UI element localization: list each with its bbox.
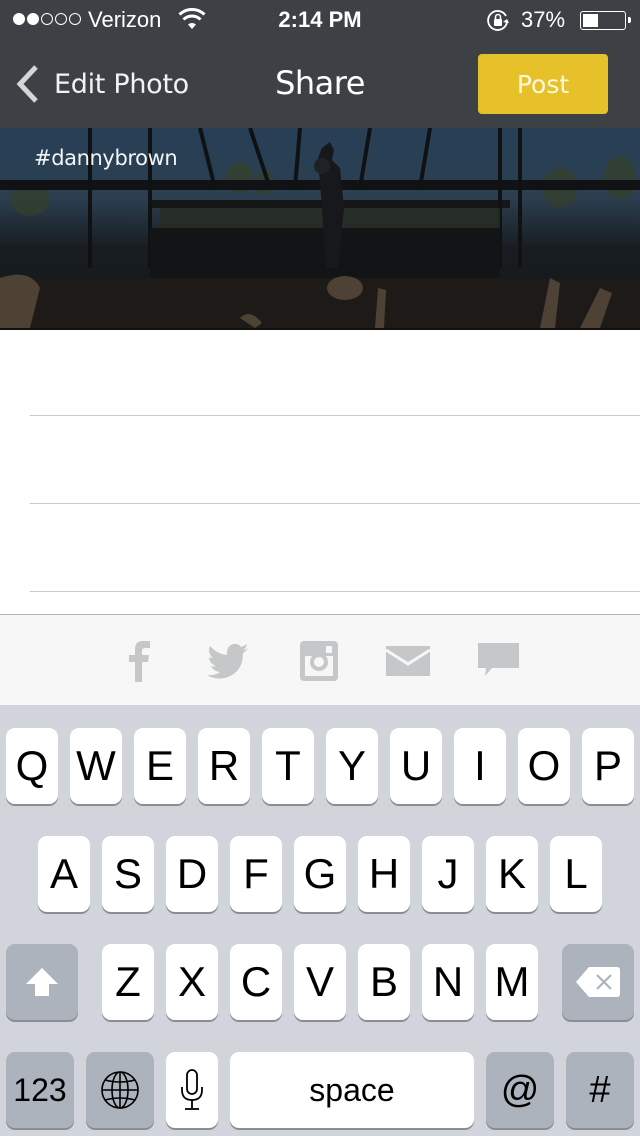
line-divider	[30, 415, 640, 416]
share-facebook-button[interactable]	[122, 639, 158, 683]
delete-key[interactable]	[562, 944, 634, 1020]
key-h[interactable]: H	[358, 836, 410, 912]
instagram-icon	[300, 641, 338, 681]
microphone-icon	[181, 1069, 203, 1110]
key-d[interactable]: D	[166, 836, 218, 912]
key-u[interactable]: U	[390, 728, 442, 804]
key-z[interactable]: Z	[102, 944, 154, 1020]
battery-percent: 37%	[521, 7, 566, 32]
key-p[interactable]: P	[582, 728, 634, 804]
back-button[interactable]: Edit Photo	[14, 62, 189, 106]
key-k[interactable]: K	[486, 836, 538, 912]
key-l[interactable]: L	[550, 836, 602, 912]
twitter-icon	[207, 643, 248, 679]
back-button-label: Edit Photo	[54, 68, 189, 100]
facebook-icon	[129, 641, 150, 682]
share-email-button[interactable]	[384, 639, 432, 683]
key-v[interactable]: V	[294, 944, 346, 1020]
key-i[interactable]: I	[454, 728, 506, 804]
caption-text-area[interactable]	[0, 330, 640, 615]
key-g[interactable]: G	[294, 836, 346, 912]
key-t[interactable]: T	[262, 728, 314, 804]
line-divider	[30, 591, 640, 592]
share-targets-bar	[0, 614, 640, 705]
globe-key[interactable]	[86, 1052, 154, 1128]
key-f[interactable]: F	[230, 836, 282, 912]
line-divider	[30, 503, 640, 504]
top-bar: Verizon 2:14 PM 37% Edit Photo Share Pos…	[0, 0, 640, 128]
key-q[interactable]: Q	[6, 728, 58, 804]
numbers-key[interactable]: 123	[6, 1052, 74, 1128]
post-button[interactable]: Post	[478, 54, 608, 114]
globe-icon	[101, 1071, 139, 1109]
navigation-bar: Edit Photo Share Post	[0, 40, 640, 128]
photo-caption: #dannybrown	[34, 146, 178, 170]
share-instagram-button[interactable]	[298, 639, 340, 683]
key-y[interactable]: Y	[326, 728, 378, 804]
at-key[interactable]: @	[486, 1052, 554, 1128]
key-s[interactable]: S	[102, 836, 154, 912]
key-n[interactable]: N	[422, 944, 474, 1020]
space-key[interactable]: space	[230, 1052, 474, 1128]
photo-preview: #dannybrown	[0, 128, 640, 330]
key-x[interactable]: X	[166, 944, 218, 1020]
hash-key[interactable]: #	[566, 1052, 634, 1128]
key-e[interactable]: E	[134, 728, 186, 804]
key-j[interactable]: J	[422, 836, 474, 912]
share-twitter-button[interactable]	[205, 639, 251, 683]
share-message-button[interactable]	[476, 639, 522, 683]
keyboard: QWERTYUIOP ASDFGHJKL ZXCVBNM 123 space @…	[0, 705, 640, 1136]
message-icon	[478, 643, 519, 676]
key-w[interactable]: W	[70, 728, 122, 804]
key-b[interactable]: B	[358, 944, 410, 1020]
dictation-key[interactable]	[166, 1052, 218, 1128]
shift-key[interactable]	[6, 944, 78, 1020]
battery-nub	[628, 17, 631, 23]
key-m[interactable]: M	[486, 944, 538, 1020]
key-a[interactable]: A	[38, 836, 90, 912]
mail-icon	[386, 646, 430, 676]
key-c[interactable]: C	[230, 944, 282, 1020]
shift-arrow-icon	[26, 968, 58, 996]
rotation-lock-icon	[487, 10, 509, 31]
backspace-icon	[576, 967, 620, 997]
chevron-left-icon	[16, 65, 38, 103]
status-bar: Verizon 2:14 PM 37%	[0, 0, 640, 40]
battery-fill	[583, 14, 598, 27]
battery-icon	[580, 11, 631, 30]
key-o[interactable]: O	[518, 728, 570, 804]
key-r[interactable]: R	[198, 728, 250, 804]
